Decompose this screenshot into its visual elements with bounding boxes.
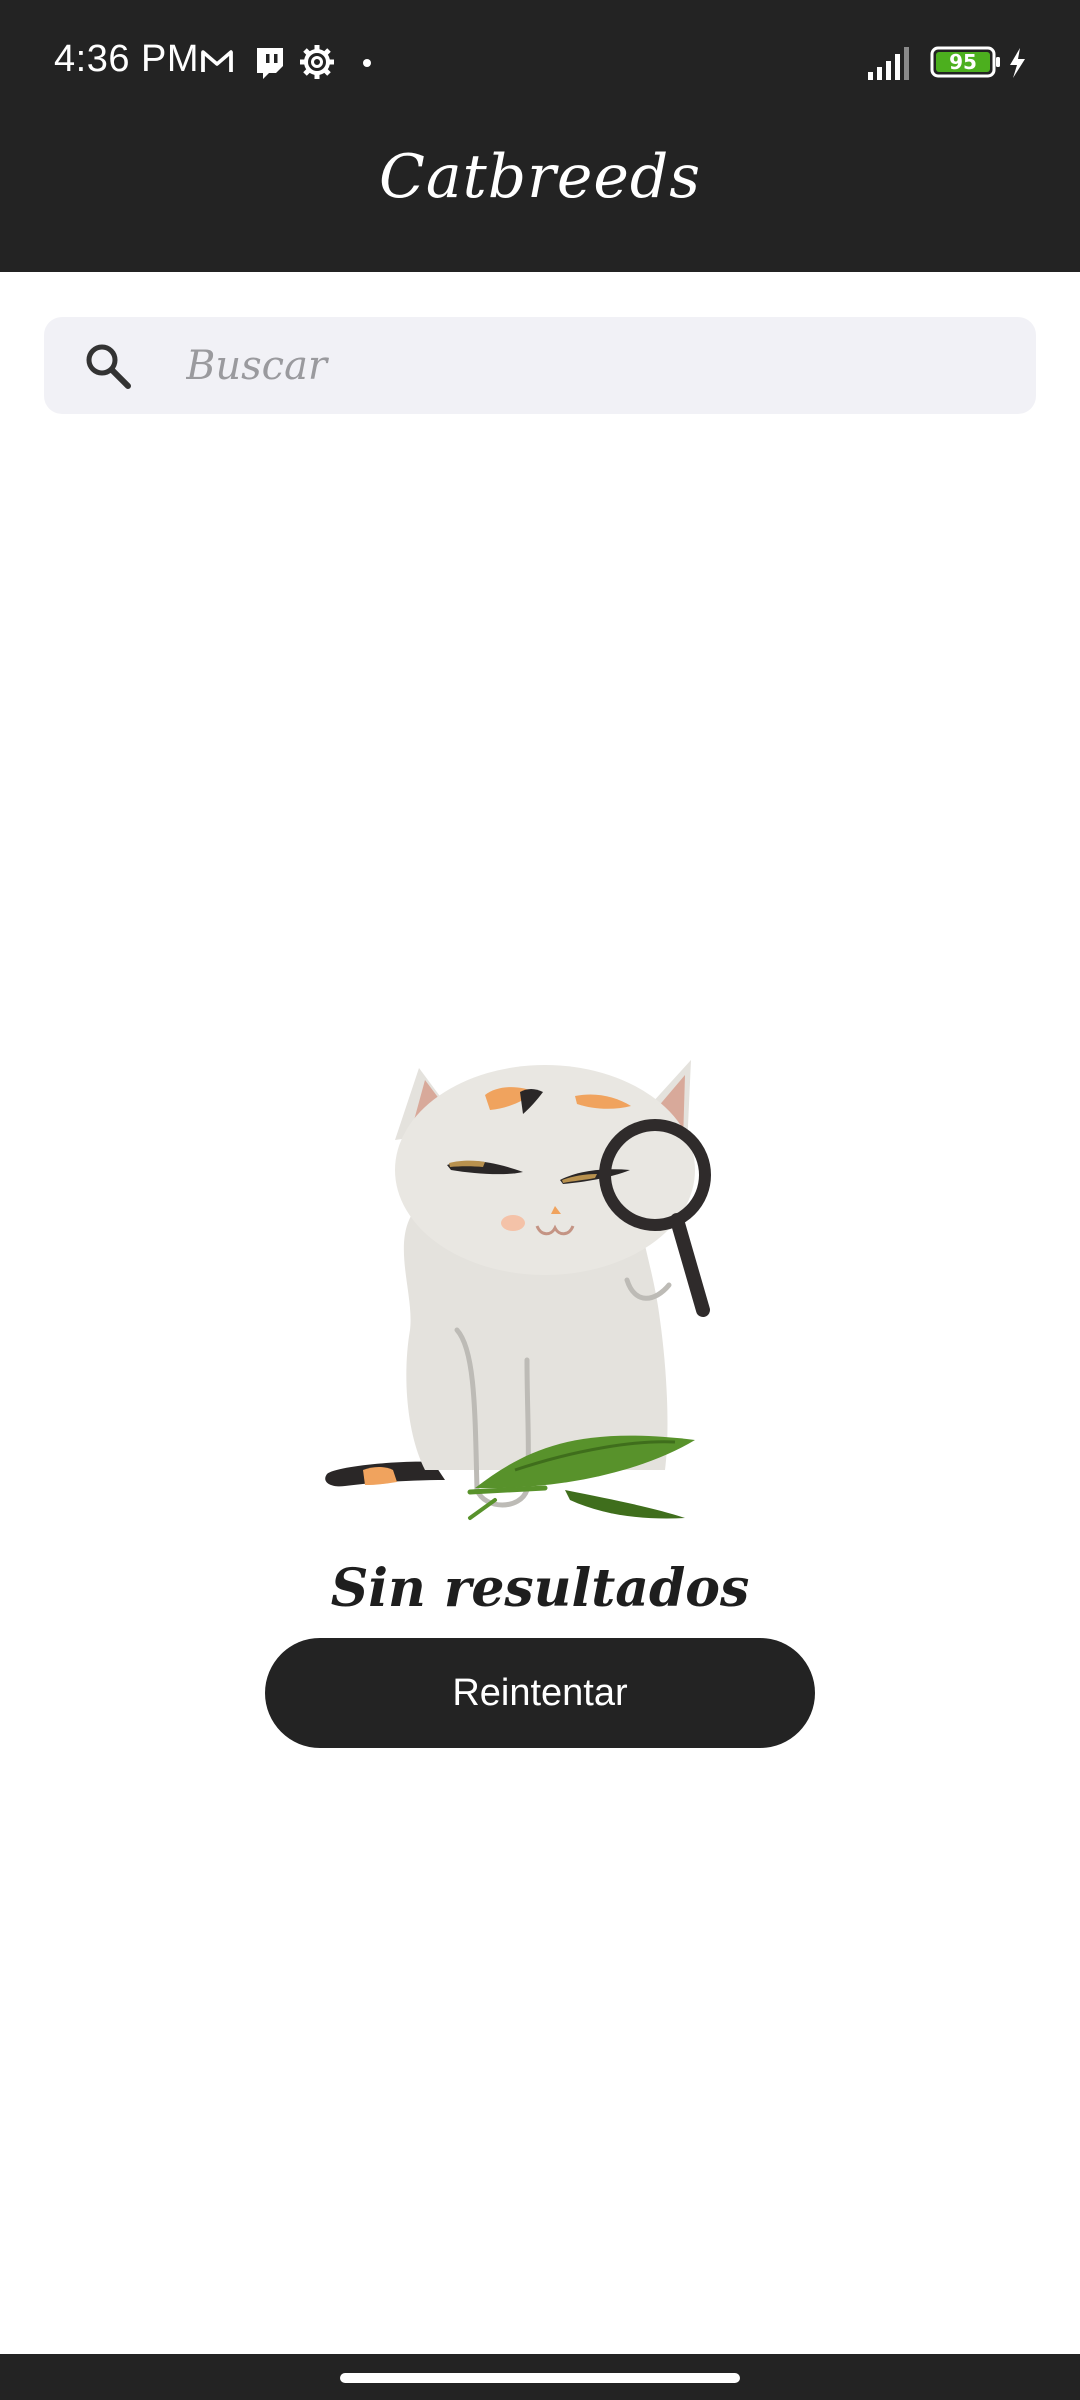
home-indicator[interactable]: [340, 2373, 740, 2383]
charging-icon: [1010, 48, 1025, 78]
app-header: 4:36 PM 95 Catbreeds: [0, 0, 1080, 272]
search-input[interactable]: [186, 317, 1006, 414]
no-results-message: Sin resultados: [330, 1558, 750, 1619]
settings-gear-icon: [300, 45, 334, 79]
retry-button[interactable]: Reintentar: [265, 1638, 815, 1748]
app-title: Catbreeds: [378, 142, 702, 212]
status-time: 4:36 PM: [54, 38, 200, 80]
search-icon: [86, 344, 131, 389]
status-bar: 4:36 PM 95: [0, 0, 1080, 125]
battery-icon: 95: [930, 46, 1000, 78]
notification-dot: [363, 59, 371, 67]
signal-icon: [868, 47, 909, 80]
gmail-icon: [201, 50, 233, 72]
cat-with-magnifying-glass-illustration: [325, 1060, 711, 1520]
navigation-bar: [0, 2354, 1080, 2400]
search-bar[interactable]: [44, 317, 1036, 414]
twitch-icon: [257, 48, 283, 79]
svg-text:95: 95: [949, 50, 977, 74]
app-screen: 4:36 PM 95 Catbreeds Buscar Sin resultad…: [0, 0, 1080, 2400]
